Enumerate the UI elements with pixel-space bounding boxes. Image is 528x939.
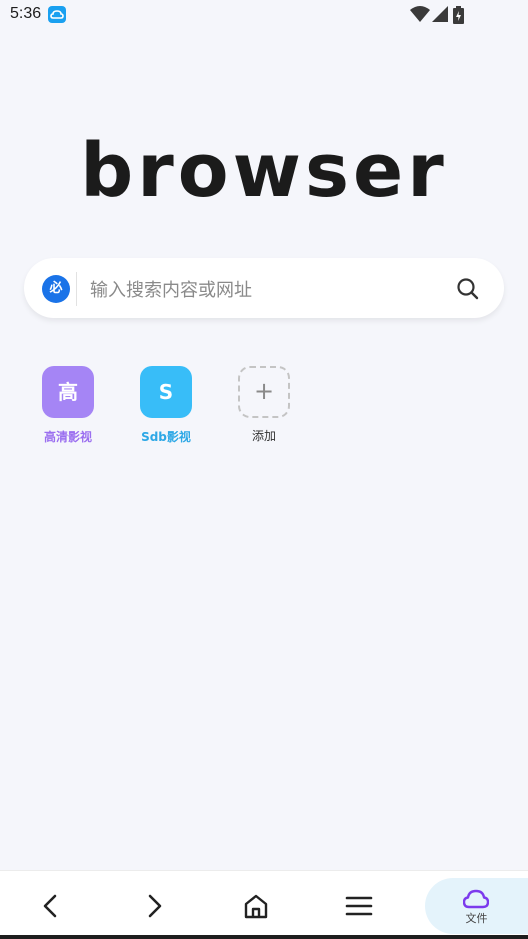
gesture-bar	[0, 935, 528, 939]
shortcut-sdb-yingshi[interactable]: S Sdb影视	[121, 366, 211, 445]
shortcut-gaoqing-yingshi[interactable]: 高 高清影视	[23, 366, 113, 445]
search-input[interactable]: 输入搜索内容或网址	[90, 276, 252, 302]
signal-icon	[432, 6, 448, 22]
search-icon[interactable]	[455, 276, 481, 302]
files-label: 文件	[465, 912, 488, 925]
shortcut-label: 添加	[251, 429, 276, 443]
back-icon[interactable]	[33, 888, 69, 924]
status-bar: 5:36	[0, 0, 528, 30]
forward-icon[interactable]	[136, 888, 172, 924]
shortcut-tile[interactable]: S	[140, 366, 192, 418]
cloud-notification-icon	[48, 6, 66, 23]
status-time: 5:36	[10, 5, 42, 22]
search-bar[interactable]: 必 输入搜索内容或网址	[24, 258, 504, 318]
cloud-files-icon	[463, 889, 489, 909]
shortcut-label: Sdb影视	[141, 430, 191, 444]
battery-icon	[453, 6, 464, 24]
search-divider	[76, 272, 77, 306]
shortcut-add[interactable]: + 添加	[219, 366, 309, 444]
shortcut-tile[interactable]: 高	[42, 366, 94, 418]
add-shortcut-icon[interactable]: +	[238, 366, 290, 418]
wifi-icon	[410, 6, 430, 22]
shortcut-label: 高清影视	[43, 430, 92, 444]
home-icon[interactable]	[238, 888, 274, 924]
search-engine-icon[interactable]: 必	[42, 275, 70, 303]
files-button[interactable]: 文件	[425, 878, 528, 934]
browser-logo-text: browser	[80, 128, 448, 214]
menu-icon[interactable]	[341, 888, 377, 924]
browser-home-page: 5:36 browser 必 输入搜索内容或网址 高 高清影视 S Sdb影视 …	[0, 0, 528, 939]
bottom-navigation: 文件	[0, 870, 528, 939]
